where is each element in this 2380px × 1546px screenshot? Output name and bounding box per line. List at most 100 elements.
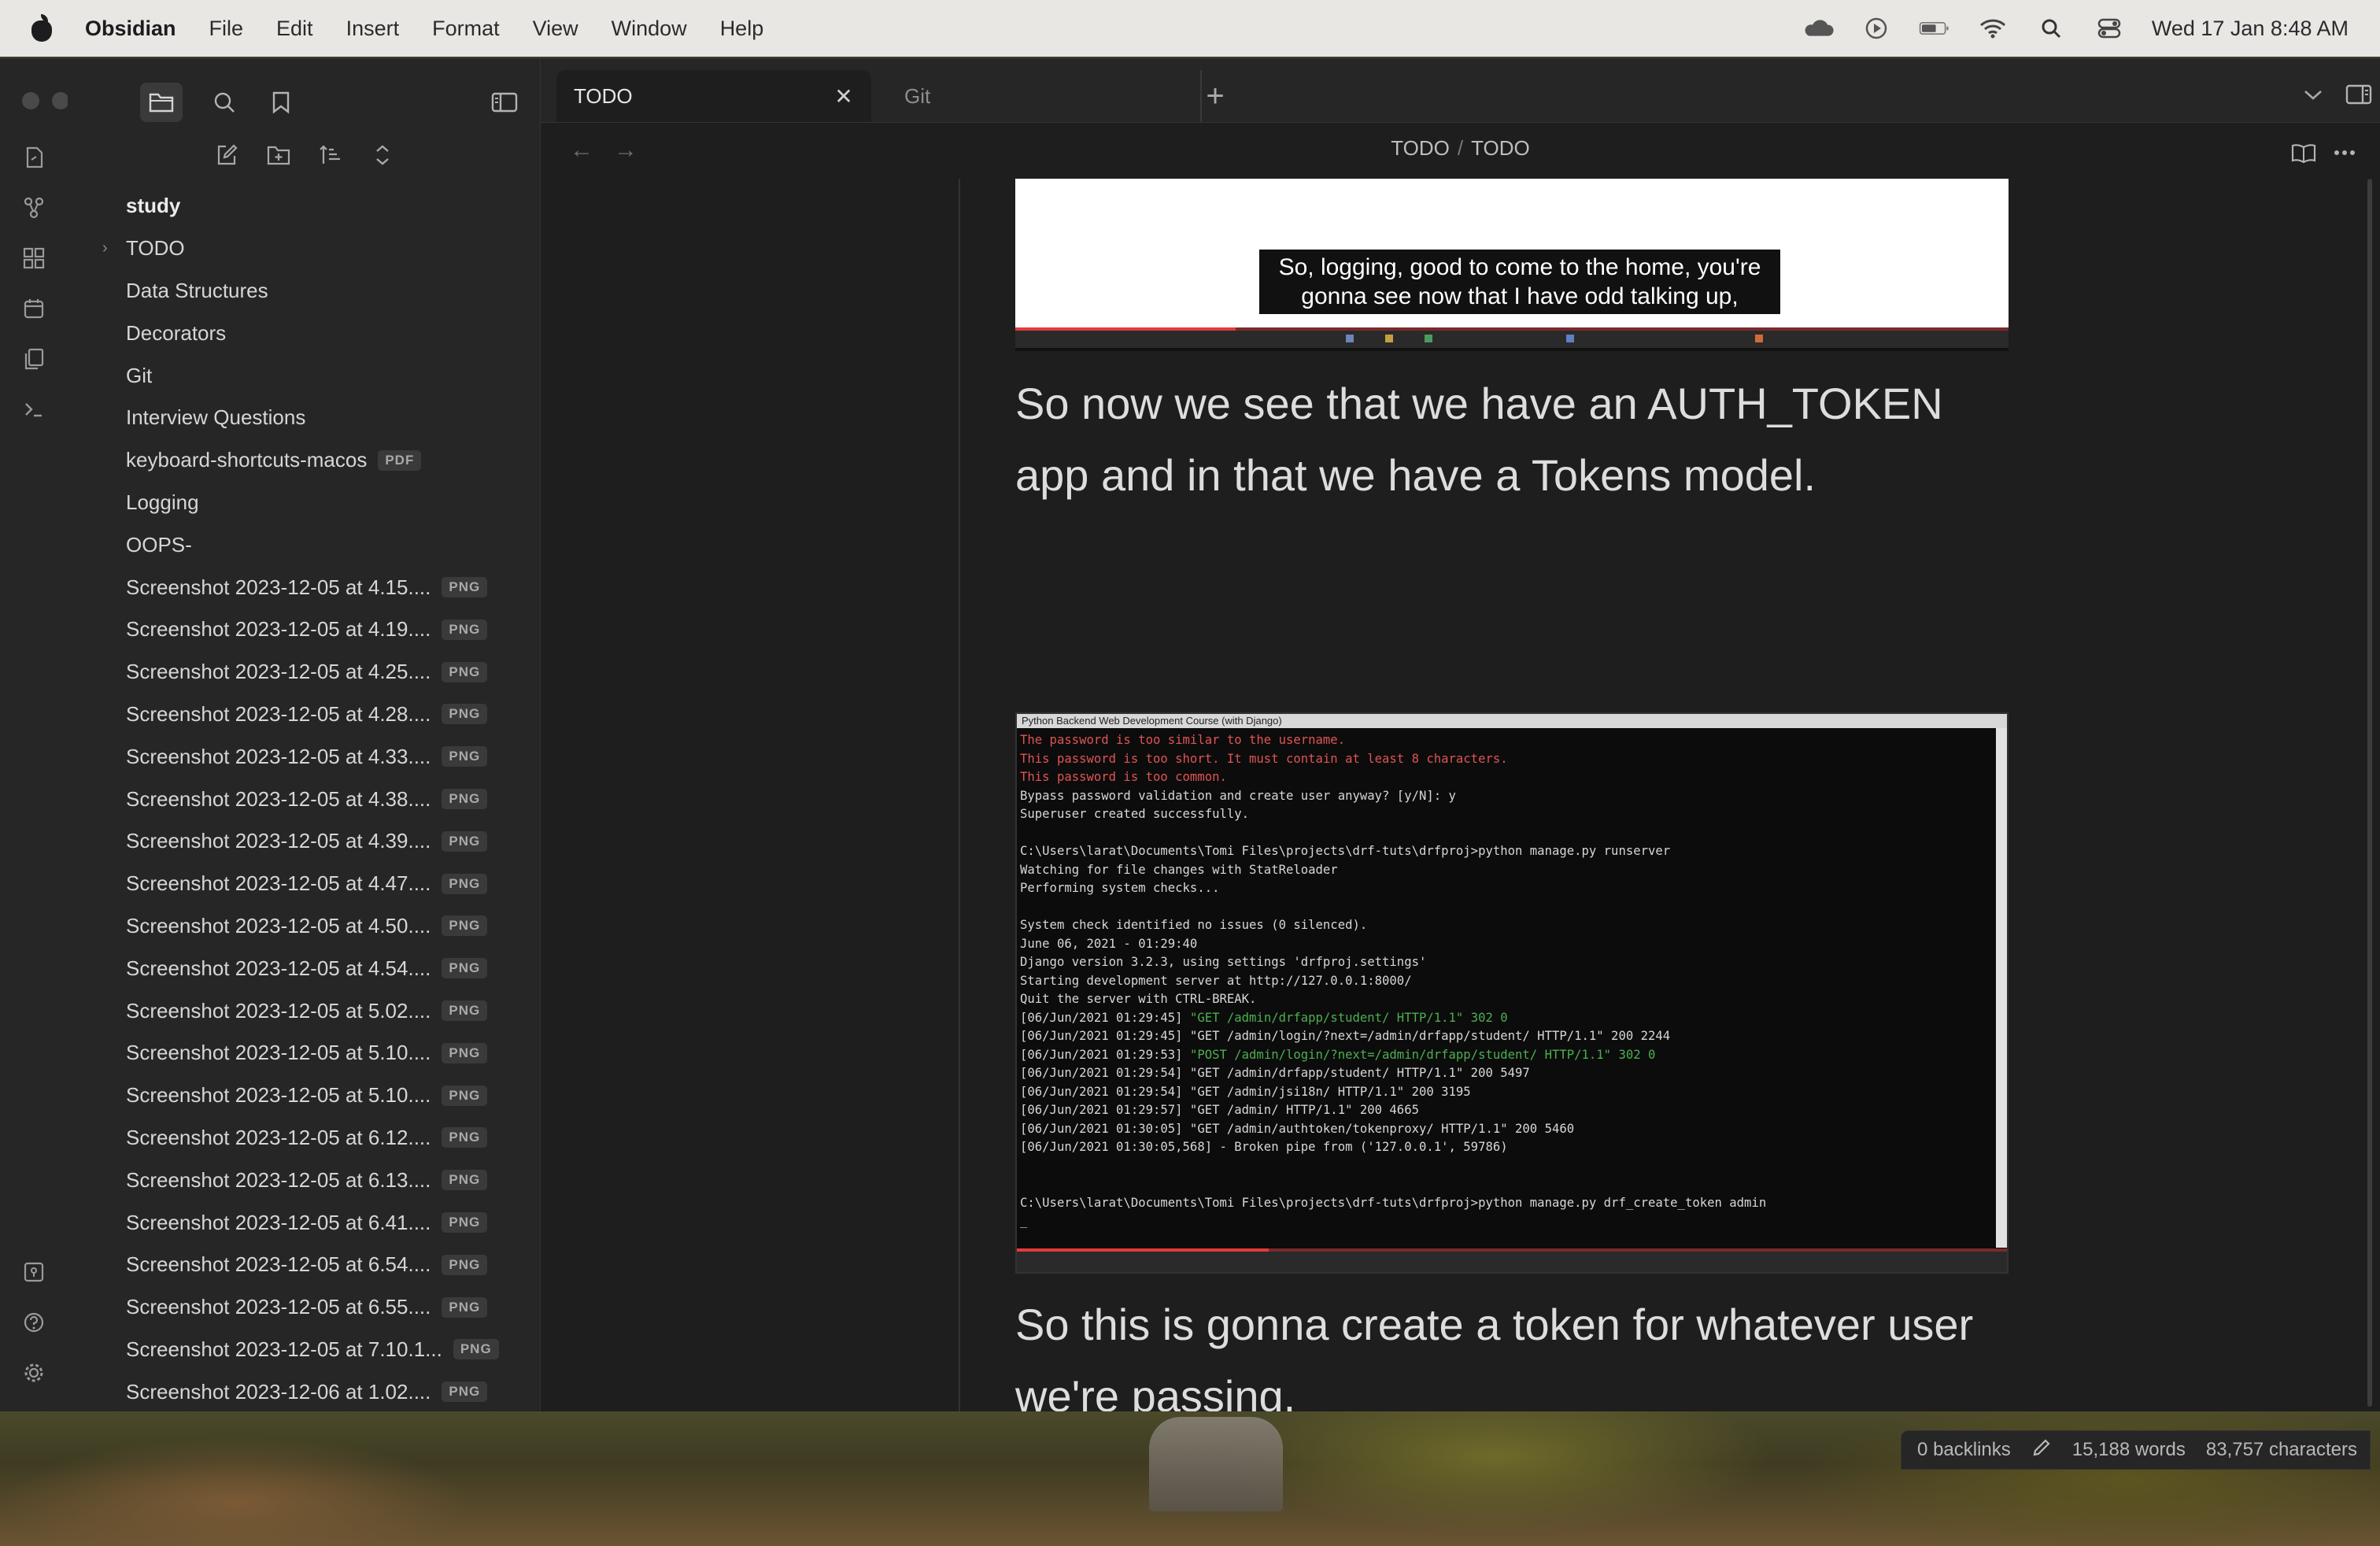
file-item[interactable]: Git (68, 354, 540, 397)
file-item[interactable]: Screenshot 2023-12-05 at 6.12.... PNG (68, 1117, 540, 1160)
file-item[interactable]: Screenshot 2023-12-05 at 4.38.... PNG (68, 778, 540, 820)
file-item[interactable]: Data Structures (68, 270, 540, 313)
embedded-terminal-screenshot: Python Backend Web Development Course (w… (1015, 712, 2009, 1274)
sort-order-icon[interactable] (313, 138, 348, 172)
play-circle-icon[interactable] (1861, 17, 1892, 40)
canvas-icon[interactable] (17, 242, 50, 275)
tab-list-chevron-down-icon[interactable] (2293, 75, 2333, 114)
tab-git[interactable]: Git (887, 70, 1202, 122)
menu-help[interactable]: Help (720, 17, 764, 41)
expand-collapse-all-icon[interactable] (365, 138, 400, 172)
templates-icon[interactable] (17, 342, 50, 375)
file-item[interactable]: Screenshot 2023-12-05 at 6.55.... PNG (68, 1286, 540, 1329)
file-item[interactable]: Screenshot 2023-12-05 at 7.10.1... PNG (68, 1329, 540, 1371)
backlinks-count[interactable]: 0 backlinks (1917, 1439, 2011, 1461)
editor-scrollbar-thumb[interactable] (2367, 179, 2372, 1407)
files-tab-folder-icon[interactable] (140, 83, 183, 122)
vault-switcher-icon[interactable] (17, 1256, 50, 1289)
file-item[interactable]: Screenshot 2023-12-05 at 4.47.... PNG (68, 863, 540, 905)
file-item[interactable]: Screenshot 2023-12-05 at 4.33.... PNG (68, 735, 540, 778)
file-item[interactable]: Screenshot 2023-12-05 at 4.50.... PNG (68, 905, 540, 948)
collapse-sidebar-icon[interactable] (483, 83, 526, 122)
close-tab-icon[interactable]: ✕ (830, 83, 857, 109)
menu-edit[interactable]: Edit (276, 17, 313, 41)
menubar-clock[interactable]: Wed 17 Jan 8:48 AM (2152, 17, 2349, 41)
terminal-line-text: Superuser created successfully. (1020, 807, 1250, 821)
graph-view-icon[interactable] (17, 191, 50, 224)
file-item[interactable]: Logging (68, 482, 540, 524)
file-item[interactable]: Screenshot 2023-12-05 at 4.54.... PNG (68, 947, 540, 989)
file-item[interactable]: Screenshot 2023-12-05 at 5.10.... PNG (68, 1074, 540, 1117)
file-item[interactable]: Screenshot 2023-12-05 at 4.28.... PNG (68, 693, 540, 736)
breadcrumb-current[interactable]: TODO (1471, 136, 1530, 160)
menu-view[interactable]: View (533, 17, 578, 41)
open-quick-switcher-icon[interactable] (17, 141, 50, 174)
file-type-badge: PNG (442, 746, 488, 767)
file-item[interactable]: Screenshot 2023-12-05 at 4.19.... PNG (68, 608, 540, 651)
close-window-button[interactable] (22, 92, 39, 109)
terminal-line-text: C:\Users\larat\Documents\Tomi Files\proj… (1020, 844, 1671, 858)
file-item[interactable]: Screenshot 2023-12-05 at 6.41.... PNG (68, 1201, 540, 1244)
daily-note-calendar-icon[interactable] (17, 292, 50, 325)
bookmarks-tab-icon[interactable] (260, 83, 302, 122)
file-type-badge: PNG (442, 1042, 488, 1063)
menu-insert[interactable]: Insert (346, 17, 400, 41)
file-item-label: Decorators (126, 320, 227, 345)
minimize-window-button[interactable] (52, 92, 69, 109)
terminal-line: Performing system checks... (1020, 879, 2004, 898)
new-note-icon[interactable] (209, 138, 244, 172)
terminal-line-text: [06/Jun/2021 01:30:05] "GET /admin/autht… (1020, 1121, 1575, 1136)
terminal-line: [06/Jun/2021 01:29:45] "GET /admin/drfap… (1020, 1009, 2004, 1028)
file-item[interactable]: Screenshot 2023-12-05 at 5.02.... PNG (68, 989, 540, 1032)
editor-scrollbar[interactable] (2353, 179, 2380, 1411)
new-folder-icon[interactable] (261, 138, 296, 172)
terminal-line: This password is too common. (1020, 768, 2004, 787)
apple-logo-icon[interactable] (30, 14, 54, 43)
file-item-label: Interview Questions (126, 405, 306, 430)
file-item[interactable]: Screenshot 2023-12-05 at 6.54.... PNG (68, 1244, 540, 1286)
tab-todo[interactable]: TODO ✕ (556, 70, 871, 122)
search-tab-icon[interactable] (203, 83, 246, 122)
more-options-ellipsis-icon[interactable] (2325, 133, 2364, 172)
file-item[interactable]: keyboard-shortcuts-macos PDF (68, 439, 540, 482)
app-menu-obsidian[interactable]: Obsidian (85, 17, 176, 41)
file-item-label: OOPS- (126, 532, 192, 557)
taskbar-icon (1346, 335, 1354, 342)
menu-window[interactable]: Window (612, 17, 687, 41)
file-type-badge: PNG (442, 1254, 488, 1275)
file-type-badge: PNG (442, 704, 488, 725)
control-center-icon[interactable] (2094, 17, 2125, 40)
menu-file[interactable]: File (209, 17, 244, 41)
wifi-icon[interactable] (1977, 17, 2009, 40)
battery-icon[interactable] (1919, 17, 1950, 40)
chevron-right-icon[interactable]: › (102, 239, 126, 257)
reading-view-book-icon[interactable] (2284, 133, 2323, 172)
breadcrumb: TODO / TODO (541, 136, 2380, 161)
toggle-right-sidebar-icon[interactable] (2339, 75, 2378, 114)
spotlight-search-icon[interactable] (2035, 17, 2067, 40)
file-item[interactable]: Interview Questions (68, 397, 540, 439)
file-item[interactable]: Screenshot 2023-12-06 at 1.02.... PNG (68, 1370, 540, 1411)
cloud-icon[interactable] (1802, 17, 1834, 40)
file-item[interactable]: Decorators (68, 312, 540, 354)
file-item[interactable]: Screenshot 2023-12-05 at 6.13.... PNG (68, 1159, 540, 1201)
file-item-label: Screenshot 2023-12-05 at 5.02.... (126, 998, 431, 1023)
file-item[interactable]: Screenshot 2023-12-05 at 4.15.... PNG (68, 566, 540, 608)
new-tab-plus-icon[interactable]: + (1196, 76, 1235, 116)
note-editor[interactable]: So, logging, good to come to the home, y… (541, 179, 2380, 1411)
file-item[interactable]: OOPS- (68, 523, 540, 566)
file-item[interactable]: Screenshot 2023-12-05 at 4.25.... PNG (68, 651, 540, 693)
breadcrumb-parent[interactable]: TODO (1391, 136, 1450, 160)
file-item[interactable]: Screenshot 2023-12-05 at 5.10.... PNG (68, 1032, 540, 1074)
folder-item[interactable]: › TODO (68, 227, 540, 270)
command-palette-icon[interactable] (17, 393, 50, 426)
help-icon[interactable] (17, 1306, 50, 1339)
vault-root-folder[interactable]: study (68, 185, 540, 227)
settings-gear-icon[interactable] (17, 1356, 50, 1389)
terminal-line: The password is too similar to the usern… (1020, 731, 2004, 750)
menu-format[interactable]: Format (432, 17, 500, 41)
file-item[interactable]: Screenshot 2023-12-05 at 4.39.... PNG (68, 820, 540, 863)
edit-mode-pencil-icon[interactable] (2031, 1437, 2052, 1463)
file-explorer-sidebar: study › TODO Data Structures Decorators Git I… (68, 59, 541, 1411)
